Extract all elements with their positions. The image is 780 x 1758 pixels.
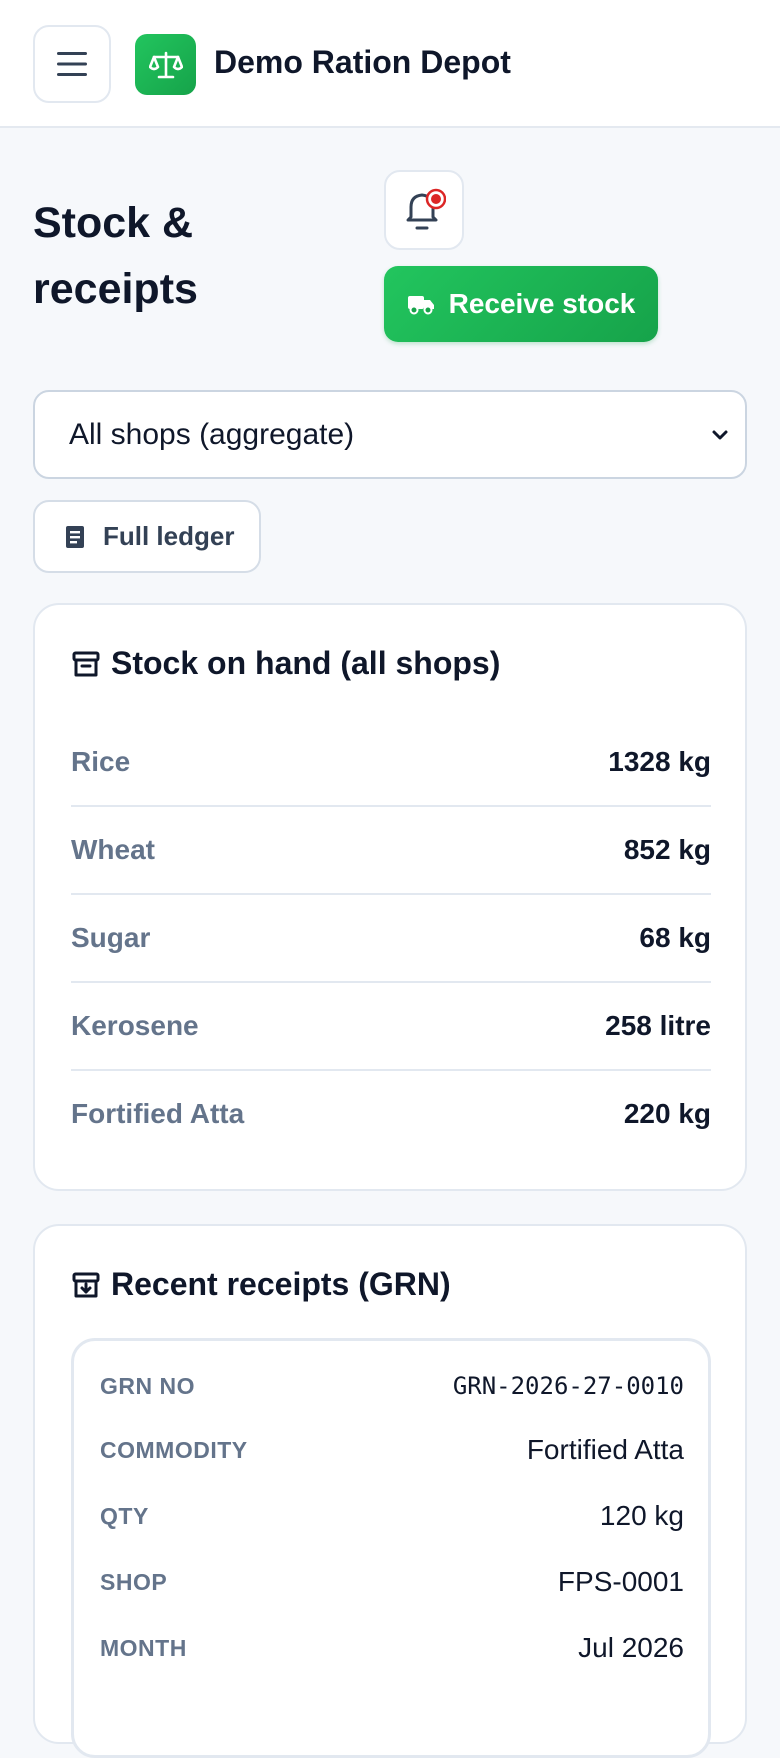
stock-on-hand-card: Stock on hand (all shops) Rice 1328 kg W… xyxy=(33,603,747,1191)
receipt-field-grn-no: GRN NO GRN-2026-27-0010 xyxy=(100,1361,684,1411)
commodity-qty: 68 kg xyxy=(639,922,711,953)
field-label: SHOP xyxy=(100,1568,168,1595)
receipts-card-header: Recent receipts (GRN) xyxy=(71,1266,451,1303)
commodity-name: Kerosene xyxy=(71,1010,199,1041)
app-brand: Demo Ration Depot xyxy=(214,44,511,80)
menu-button[interactable] xyxy=(33,25,111,103)
stock-row: Kerosene 258 litre xyxy=(71,982,711,1070)
archive-in-icon xyxy=(72,1272,100,1297)
receipt-field-month: MONTH Jul 2026 xyxy=(100,1623,684,1673)
ledger-icon xyxy=(66,525,84,548)
stock-row: Fortified Atta 220 kg xyxy=(71,1070,711,1158)
receipt-field-shop: SHOP FPS-0001 xyxy=(100,1557,684,1607)
receipt-item: GRN NO GRN-2026-27-0010 COMMODITY Fortif… xyxy=(71,1338,711,1758)
field-label: MONTH xyxy=(100,1634,187,1661)
full-ledger-label: Full ledger xyxy=(103,521,235,551)
stock-card-header: Stock on hand (all shops) xyxy=(71,645,500,682)
commodity-qty: 852 kg xyxy=(623,834,711,865)
commodity-name: Wheat xyxy=(71,834,155,865)
stock-card-title: Stock on hand (all shops) xyxy=(111,645,501,681)
recent-receipts-card: Recent receipts (GRN) GRN NO GRN-2026-27… xyxy=(33,1224,747,1758)
field-label: COMMODITY xyxy=(100,1436,248,1463)
page-title: Stock & receipts xyxy=(33,199,198,313)
notifications-button[interactable] xyxy=(384,170,464,250)
bell-icon xyxy=(406,188,446,230)
field-value: Fortified Atta xyxy=(526,1434,684,1465)
commodity-qty: 220 kg xyxy=(623,1098,711,1129)
archive-icon xyxy=(72,651,100,676)
stock-row: Sugar 68 kg xyxy=(71,894,711,982)
receipt-field-qty: QTY 120 kg xyxy=(100,1491,684,1541)
stock-row: Rice 1328 kg xyxy=(71,718,711,806)
commodity-name: Sugar xyxy=(71,922,151,953)
commodity-qty: 258 litre xyxy=(605,1010,711,1041)
receive-stock-button[interactable]: Receive stock xyxy=(384,266,658,342)
field-label: GRN NO xyxy=(100,1372,195,1399)
hamburger-menu-icon xyxy=(57,52,87,76)
shop-filter-select[interactable]: All shops (aggregate) xyxy=(33,390,747,479)
receipts-card-title: Recent receipts (GRN) xyxy=(111,1266,451,1302)
receipt-field-commodity: COMMODITY Fortified Atta xyxy=(100,1425,684,1475)
field-value: FPS-0001 xyxy=(557,1566,684,1597)
commodity-qty: 1328 kg xyxy=(608,746,711,777)
shop-filter-value: All shops (aggregate) xyxy=(69,417,355,451)
top-bar: Demo Ration Depot xyxy=(0,0,780,128)
full-ledger-button[interactable]: Full ledger xyxy=(33,500,261,573)
field-value: 120 kg xyxy=(599,1500,684,1531)
receive-stock-label: Receive stock xyxy=(448,288,636,319)
chevron-down-icon xyxy=(712,430,728,440)
app-logo xyxy=(135,34,196,95)
commodity-name: Rice xyxy=(71,746,131,777)
stock-row: Wheat 852 kg xyxy=(71,806,711,894)
commodity-name: Fortified Atta xyxy=(71,1098,245,1129)
field-label: QTY xyxy=(100,1502,149,1529)
field-value: GRN-2026-27-0010 xyxy=(452,1372,684,1400)
scale-icon xyxy=(148,51,183,78)
truck-icon xyxy=(407,296,434,315)
field-value: Jul 2026 xyxy=(578,1632,684,1663)
